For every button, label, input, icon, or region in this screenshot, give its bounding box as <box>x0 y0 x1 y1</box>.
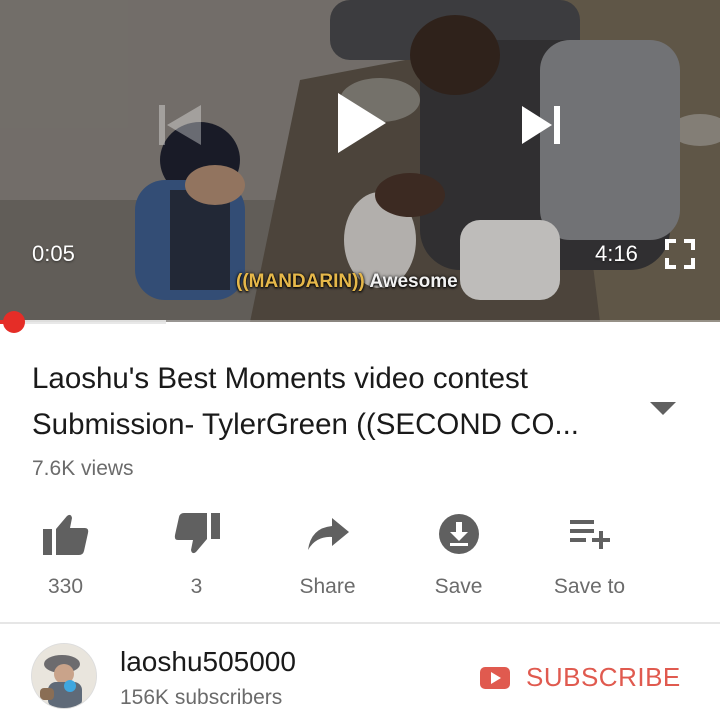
avatar-image <box>32 644 96 708</box>
action-bar: 330 3 Share Save Save to <box>0 511 688 599</box>
subtitle-text: Awesome <box>369 271 458 292</box>
thumbs-down-icon <box>174 513 220 554</box>
video-player[interactable]: 0:05 4:16 ((MANDARIN)) Awesome <box>0 0 720 322</box>
save-to-label: Save to <box>553 575 626 598</box>
skip-next-icon <box>522 106 560 144</box>
playlist-add-icon <box>569 520 610 549</box>
subtitle-caption: ((MANDARIN)) Awesome <box>236 271 458 293</box>
duration: 4:16 <box>595 241 638 266</box>
download-icon <box>438 514 479 554</box>
share-button[interactable]: Share <box>262 511 393 599</box>
subscribe-button[interactable]: SUBSCRIBE <box>480 662 681 693</box>
skip-previous-icon <box>159 105 201 145</box>
thumbs-up-icon <box>42 514 88 555</box>
save-to-button[interactable]: Save to <box>524 511 655 599</box>
view-count: 7.6K views <box>32 457 134 480</box>
like-count: 330 <box>47 575 84 598</box>
channel-name[interactable]: laoshu505000 <box>120 646 296 678</box>
like-button[interactable]: 330 <box>0 511 131 599</box>
subtitle-tag: ((MANDARIN)) <box>236 271 365 292</box>
save-button[interactable]: Save <box>393 511 524 599</box>
video-info: Laoshu's Best Moments video contest Subm… <box>0 356 720 599</box>
dislike-button[interactable]: 3 <box>131 511 262 599</box>
fullscreen-icon <box>665 239 695 269</box>
video-title[interactable]: Laoshu's Best Moments video contest Subm… <box>32 356 612 448</box>
subscriber-count: 156K subscribers <box>120 686 283 709</box>
play-icon <box>338 93 386 153</box>
progress-bar[interactable] <box>0 320 720 324</box>
dislike-count: 3 <box>190 575 203 598</box>
play-button[interactable] <box>328 88 394 158</box>
save-label: Save <box>434 575 483 598</box>
previous-button[interactable] <box>150 96 210 154</box>
next-button[interactable] <box>512 96 572 154</box>
current-time: 0:05 <box>32 241 75 266</box>
fullscreen-button[interactable] <box>660 234 700 274</box>
subscribe-label: SUBSCRIBE <box>526 662 681 692</box>
channel-avatar[interactable] <box>32 644 96 708</box>
share-label: Share <box>299 575 356 598</box>
youtube-play-icon <box>480 666 510 689</box>
expand-description-icon[interactable] <box>648 398 678 418</box>
share-arrow-icon <box>307 518 349 550</box>
progress-scrubber[interactable] <box>3 311 25 333</box>
channel-row: laoshu505000 156K subscribers SUBSCRIBE <box>0 624 720 720</box>
